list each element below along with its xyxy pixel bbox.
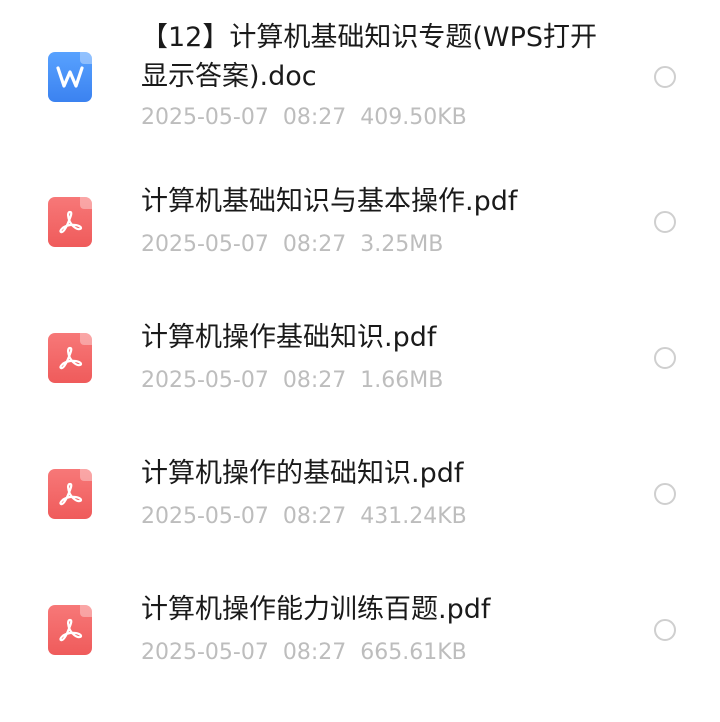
file-size: 665.61KB [360,640,467,665]
file-meta: 2025-05-07 08:27 431.24KB [141,503,481,531]
file-date: 2025-05-07 [141,368,269,393]
file-list: 【12】计算机基础知识专题(WPS打开显示答案).doc 2025-05-07 0… [0,0,720,722]
pdf-icon [48,333,92,383]
file-size: 431.24KB [360,504,467,529]
file-name: 计算机操作能力训练百题.pdf [141,594,491,625]
word-doc-icon [48,52,92,102]
file-date: 2025-05-07 [141,232,269,257]
file-time: 08:27 [282,105,347,130]
file-name: 计算机基础知识与基本操作.pdf [141,186,518,217]
select-radio[interactable] [654,66,676,88]
select-radio[interactable] [654,483,676,505]
pdf-icon [48,469,92,519]
file-time: 08:27 [282,504,347,529]
file-name: 【12】计算机基础知识专题(WPS打开显示答案).doc [141,22,598,92]
pdf-icon [48,197,92,247]
file-size: 409.50KB [360,105,467,130]
select-radio[interactable] [654,347,676,369]
file-time: 08:27 [282,640,347,665]
file-meta: 2025-05-07 08:27 1.66MB [141,367,457,395]
select-radio[interactable] [654,211,676,233]
select-radio[interactable] [654,619,676,641]
file-meta: 2025-05-07 08:27 665.61KB [141,639,481,667]
file-size: 1.66MB [360,368,444,393]
file-date: 2025-05-07 [141,105,269,130]
file-time: 08:27 [282,368,347,393]
file-date: 2025-05-07 [141,640,269,665]
pdf-icon [48,605,92,655]
file-name: 计算机操作基础知识.pdf [141,322,437,353]
file-date: 2025-05-07 [141,504,269,529]
file-meta: 2025-05-07 08:27 3.25MB [141,231,457,259]
file-size: 3.25MB [360,232,444,257]
file-name: 计算机操作的基础知识.pdf [141,458,464,489]
file-meta: 2025-05-07 08:27 409.50KB [141,104,481,132]
file-time: 08:27 [282,232,347,257]
